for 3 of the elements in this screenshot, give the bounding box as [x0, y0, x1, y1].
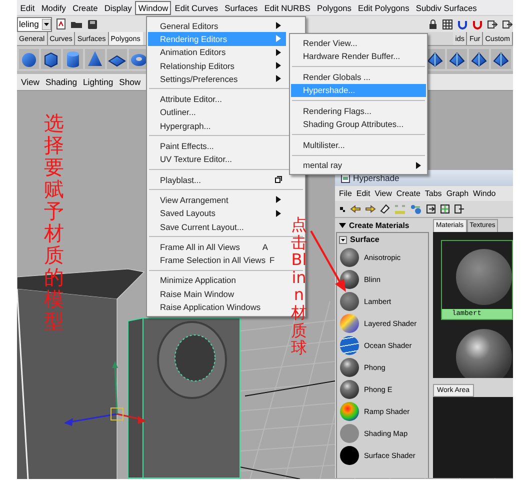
window-title: Hypershade [353, 173, 400, 183]
shortcut-label: A [262, 242, 268, 252]
shortcut-label: F [270, 255, 275, 266]
